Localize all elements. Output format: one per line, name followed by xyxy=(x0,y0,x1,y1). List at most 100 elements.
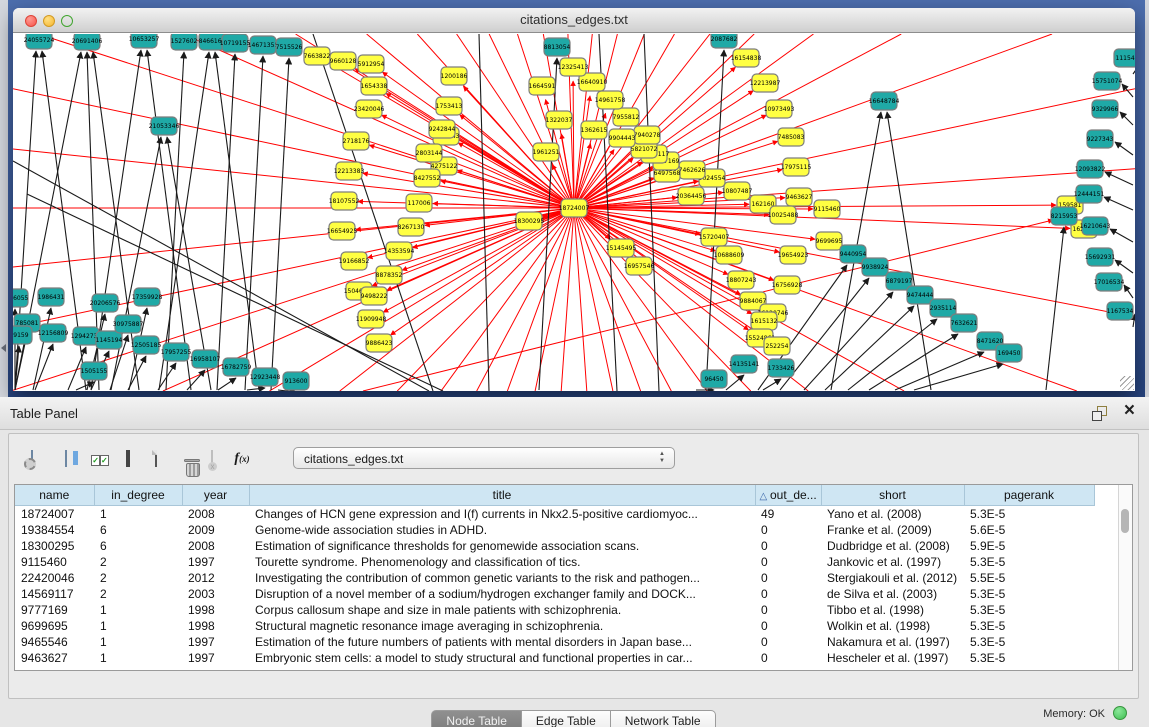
table-mode-button[interactable] xyxy=(17,442,47,474)
graph-node[interactable]: 16957546 xyxy=(624,257,655,275)
graph-node[interactable]: 9886423 xyxy=(366,334,393,352)
graph-node[interactable]: 1615132 xyxy=(751,312,778,330)
graph-node[interactable]: 1362615 xyxy=(581,121,608,139)
graph-node[interactable]: 9227343 xyxy=(1087,130,1114,148)
graph-node[interactable]: 7515526 xyxy=(276,38,303,56)
graph-node[interactable]: 10025488 xyxy=(768,206,799,224)
graph-node[interactable]: 17359928 xyxy=(132,288,163,306)
graph-node[interactable]: 1167534 xyxy=(1107,302,1134,320)
graph-node[interactable]: 1961251 xyxy=(533,143,560,161)
graph-node[interactable]: 2935114 xyxy=(930,299,957,317)
graph-node[interactable]: 15720407 xyxy=(699,228,730,246)
column-header-out_de[interactable]: △ out_de... xyxy=(755,485,821,506)
panel-collapse-arrow-icon[interactable] xyxy=(1,344,6,352)
table-row[interactable]: 1456911722003Disruption of a novel membe… xyxy=(15,586,1094,602)
graph-node[interactable]: 16756928 xyxy=(772,276,803,294)
graph-node[interactable]: 9498222 xyxy=(361,287,388,305)
graph-node[interactable]: 14961758 xyxy=(595,91,626,109)
column-header-name[interactable]: name xyxy=(15,485,94,506)
table-row[interactable]: 1830029562008Estimation of significance … xyxy=(15,538,1094,554)
column-header-pagerank[interactable]: pagerank xyxy=(964,485,1094,506)
graph-node[interactable]: 21053346 xyxy=(149,117,180,135)
graph-node[interactable]: 7485083 xyxy=(778,128,805,146)
graph-node[interactable]: 1505155 xyxy=(81,362,108,380)
graph-node[interactable]: 9115460 xyxy=(814,200,841,218)
graph-node[interactable]: 7462626 xyxy=(679,161,706,179)
graph-node[interactable]: 7663822 xyxy=(304,47,331,65)
graph-node[interactable]: 117006 xyxy=(406,194,432,212)
table-row[interactable]: 911546021997Tourette syndrome. Phenomeno… xyxy=(15,554,1094,570)
citation-network-graph[interactable]: 18724007 16154838 12213987 10973493 7485083 1… xyxy=(13,34,1135,391)
rows-button[interactable] xyxy=(113,442,143,474)
graph-node[interactable]: 16154838 xyxy=(731,49,762,67)
graph-node[interactable]: 111548 xyxy=(1114,49,1135,67)
graph-node[interactable]: 30975887 xyxy=(113,315,144,333)
graph-node[interactable]: 9463627 xyxy=(786,188,813,206)
graph-node[interactable]: 1322037 xyxy=(546,111,573,129)
graph-node[interactable]: 2718176 xyxy=(343,132,370,150)
graph-node[interactable]: 19166852 xyxy=(339,252,370,270)
graph-node[interactable]: 9938924 xyxy=(862,258,889,276)
graph-node[interactable]: 12444151 xyxy=(1074,185,1105,203)
graph-node[interactable]: 18300295 xyxy=(514,212,545,230)
graph-node[interactable]: 14135141 xyxy=(729,355,760,373)
graph-node[interactable]: 9329966 xyxy=(1092,100,1119,118)
graph-node[interactable]: 96450 xyxy=(701,370,727,388)
graph-node[interactable]: 12213987 xyxy=(750,74,781,92)
graph-node[interactable]: 8427552 xyxy=(414,169,441,187)
graph-node[interactable]: 17016534 xyxy=(1094,273,1125,291)
graph-node[interactable]: 19654923 xyxy=(778,246,809,264)
graph-node[interactable]: 913600 xyxy=(283,372,309,390)
graph-node[interactable]: 17975115 xyxy=(781,158,812,176)
graph-node[interactable]: 1664591 xyxy=(529,77,556,95)
window-titlebar[interactable]: citations_edges.txt xyxy=(13,8,1135,33)
graph-node[interactable]: 169450 xyxy=(996,344,1022,362)
graph-node[interactable]: 5912954 xyxy=(358,55,385,73)
table-row[interactable]: 1938455462009Genome-wide association stu… xyxy=(15,522,1094,538)
graph-node[interactable]: 8813054 xyxy=(544,38,571,56)
graph-node[interactable]: 16654925 xyxy=(327,222,358,240)
column-header-in_degree[interactable]: in_degree xyxy=(94,485,182,506)
graph-node[interactable]: 15145495 xyxy=(606,239,637,257)
graph-node[interactable]: 8215953 xyxy=(1051,207,1078,225)
column-header-title[interactable]: title xyxy=(249,485,755,506)
graph-node[interactable]: 7940278 xyxy=(634,126,661,144)
memory-status-indicator[interactable] xyxy=(1113,706,1127,720)
graph-node[interactable]: 1753413 xyxy=(436,97,463,115)
graph-node[interactable]: 16648784 xyxy=(869,92,900,110)
graph-node[interactable]: 1145194 xyxy=(96,331,123,349)
delete-column-button[interactable] xyxy=(169,442,199,474)
graph-node[interactable]: 17957255 xyxy=(161,343,192,361)
table-selector-dropdown[interactable]: citations_edges.txt ▲▼ xyxy=(293,447,675,469)
graph-node[interactable]: 10719155 xyxy=(220,34,251,52)
table-row[interactable]: 977716911998Corpus callosum shape and si… xyxy=(15,602,1094,618)
graph-node[interactable]: 14671355 xyxy=(248,36,279,54)
graph-node[interactable]: 8878352 xyxy=(376,266,403,284)
resize-grip-icon[interactable] xyxy=(1120,376,1134,390)
create-column-button[interactable] xyxy=(141,442,171,474)
graph-node[interactable]: 12093822 xyxy=(1075,160,1106,178)
column-header-short[interactable]: short xyxy=(821,485,964,506)
graph-node[interactable]: 20206576 xyxy=(90,294,121,312)
graph-node[interactable]: 10807487 xyxy=(722,182,753,200)
graph-node[interactable]: 10973493 xyxy=(764,100,795,118)
function-builder-button[interactable]: f(x) xyxy=(227,442,257,474)
graph-node[interactable]: 2803144 xyxy=(416,144,443,162)
row-selection-button[interactable]: ✓✓ xyxy=(85,442,115,474)
graph-node[interactable]: 9474444 xyxy=(907,286,934,304)
graph-node[interactable]: 12213383 xyxy=(334,162,365,180)
graph-node[interactable]: 2087682 xyxy=(711,34,738,48)
graph-node[interactable]: 9699695 xyxy=(816,232,843,250)
graph-node[interactable]: 12923448 xyxy=(250,368,281,386)
float-panel-icon[interactable] xyxy=(1092,406,1107,421)
graph-node[interactable]: 23420046 xyxy=(354,100,385,118)
close-panel-icon[interactable]: × xyxy=(1124,400,1135,422)
graph-node[interactable]: 15692931 xyxy=(1085,248,1116,266)
graph-node[interactable]: 12325413 xyxy=(558,58,589,76)
table-row[interactable]: 946554611997Estimation of the future num… xyxy=(15,634,1094,650)
graph-node[interactable]: 24055724 xyxy=(24,34,55,49)
graph-hub-node[interactable]: 18724007 xyxy=(559,199,590,217)
table-row[interactable]: 2242004622012Investigating the contribut… xyxy=(15,570,1094,586)
graph-node[interactable]: 39159 xyxy=(13,326,32,344)
graph-node[interactable]: 252254 xyxy=(764,337,790,355)
